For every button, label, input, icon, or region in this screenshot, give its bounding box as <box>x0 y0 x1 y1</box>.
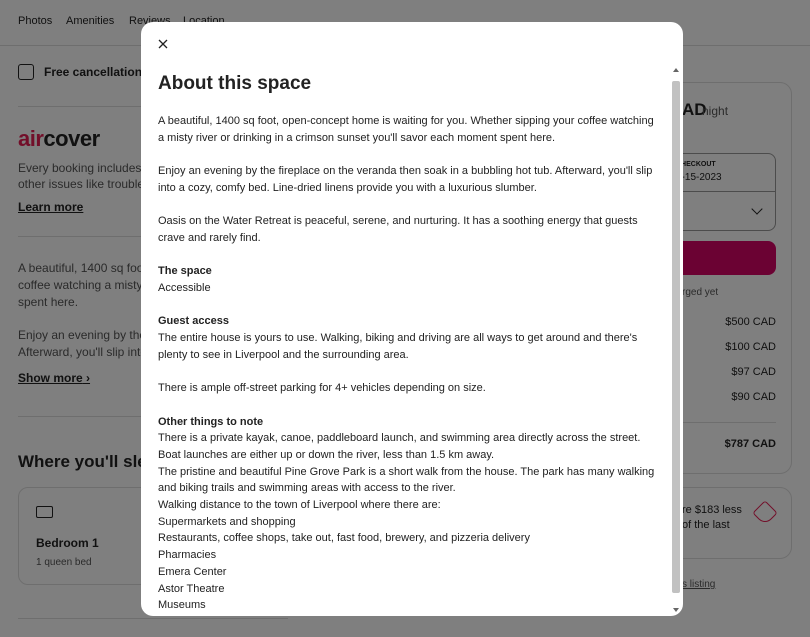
about-space-dialog: About this space A beautiful, 1400 sq fo… <box>141 22 683 616</box>
close-icon <box>158 39 168 49</box>
description-paragraph: A beautiful, 1400 sq foot, open-concept … <box>158 115 654 144</box>
note-line: The pristine and beautiful Pine Grove Pa… <box>158 465 655 495</box>
guest-access-heading: Guest access <box>158 315 229 328</box>
note-line: Astor Theatre <box>158 582 225 595</box>
note-line: Supermarkets and shopping <box>158 515 296 528</box>
parking-text: There is ample off-street parking for 4+… <box>158 382 486 395</box>
description-paragraph: Enjoy an evening by the fireplace on the… <box>158 165 653 194</box>
dialog-content[interactable]: About this space A beautiful, 1400 sq fo… <box>158 70 660 616</box>
close-button[interactable] <box>153 34 173 54</box>
dialog-scrollbar[interactable] <box>672 68 682 616</box>
dialog-title: About this space <box>158 73 312 94</box>
scroll-up-icon[interactable] <box>673 68 679 72</box>
note-line: Museums <box>158 599 206 612</box>
note-line: Emera Center <box>158 565 227 578</box>
note-line: There is a private kayak, canoe, paddleb… <box>158 432 641 461</box>
note-line: Pharmacies <box>158 549 217 562</box>
description-paragraph: Oasis on the Water Retreat is peaceful, … <box>158 215 638 244</box>
note-line: Walking distance to the town of Liverpoo… <box>158 499 441 512</box>
scroll-down-icon[interactable] <box>673 608 679 612</box>
scrollbar-thumb[interactable] <box>672 81 680 593</box>
space-text: Accessible <box>158 281 211 294</box>
other-notes-heading: Other things to note <box>158 415 264 428</box>
space-heading: The space <box>158 265 212 278</box>
note-line: Restaurants, coffee shops, take out, fas… <box>158 532 530 545</box>
guest-access-text: The entire house is yours to use. Walkin… <box>158 332 638 361</box>
